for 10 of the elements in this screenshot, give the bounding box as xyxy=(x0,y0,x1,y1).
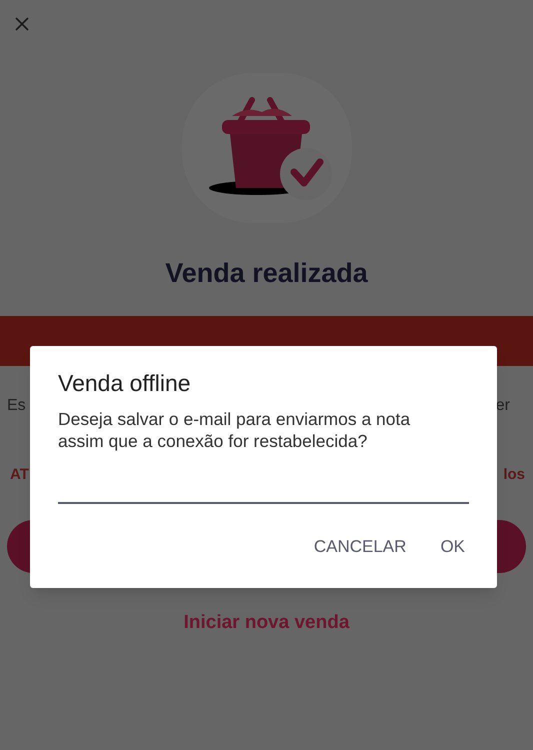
dialog-button[interactable]: OK xyxy=(428,528,477,566)
action-link[interactable]: AT xyxy=(10,464,29,486)
new-sale-link[interactable]: Iniciar nova venda xyxy=(184,609,350,638)
page-title: Venda realizada xyxy=(164,257,369,290)
dialog-title: Venda offline xyxy=(58,369,192,398)
info-text: Es xyxy=(7,396,26,416)
action-link[interactable]: los xyxy=(503,464,525,486)
dialog-message: Deseja salvar o e-mail para enviarmos a nota assim que a conexão for restabelecida? xyxy=(58,408,412,452)
dialog-button[interactable]: CANCELAR xyxy=(302,528,418,566)
info-text: er xyxy=(496,396,510,416)
